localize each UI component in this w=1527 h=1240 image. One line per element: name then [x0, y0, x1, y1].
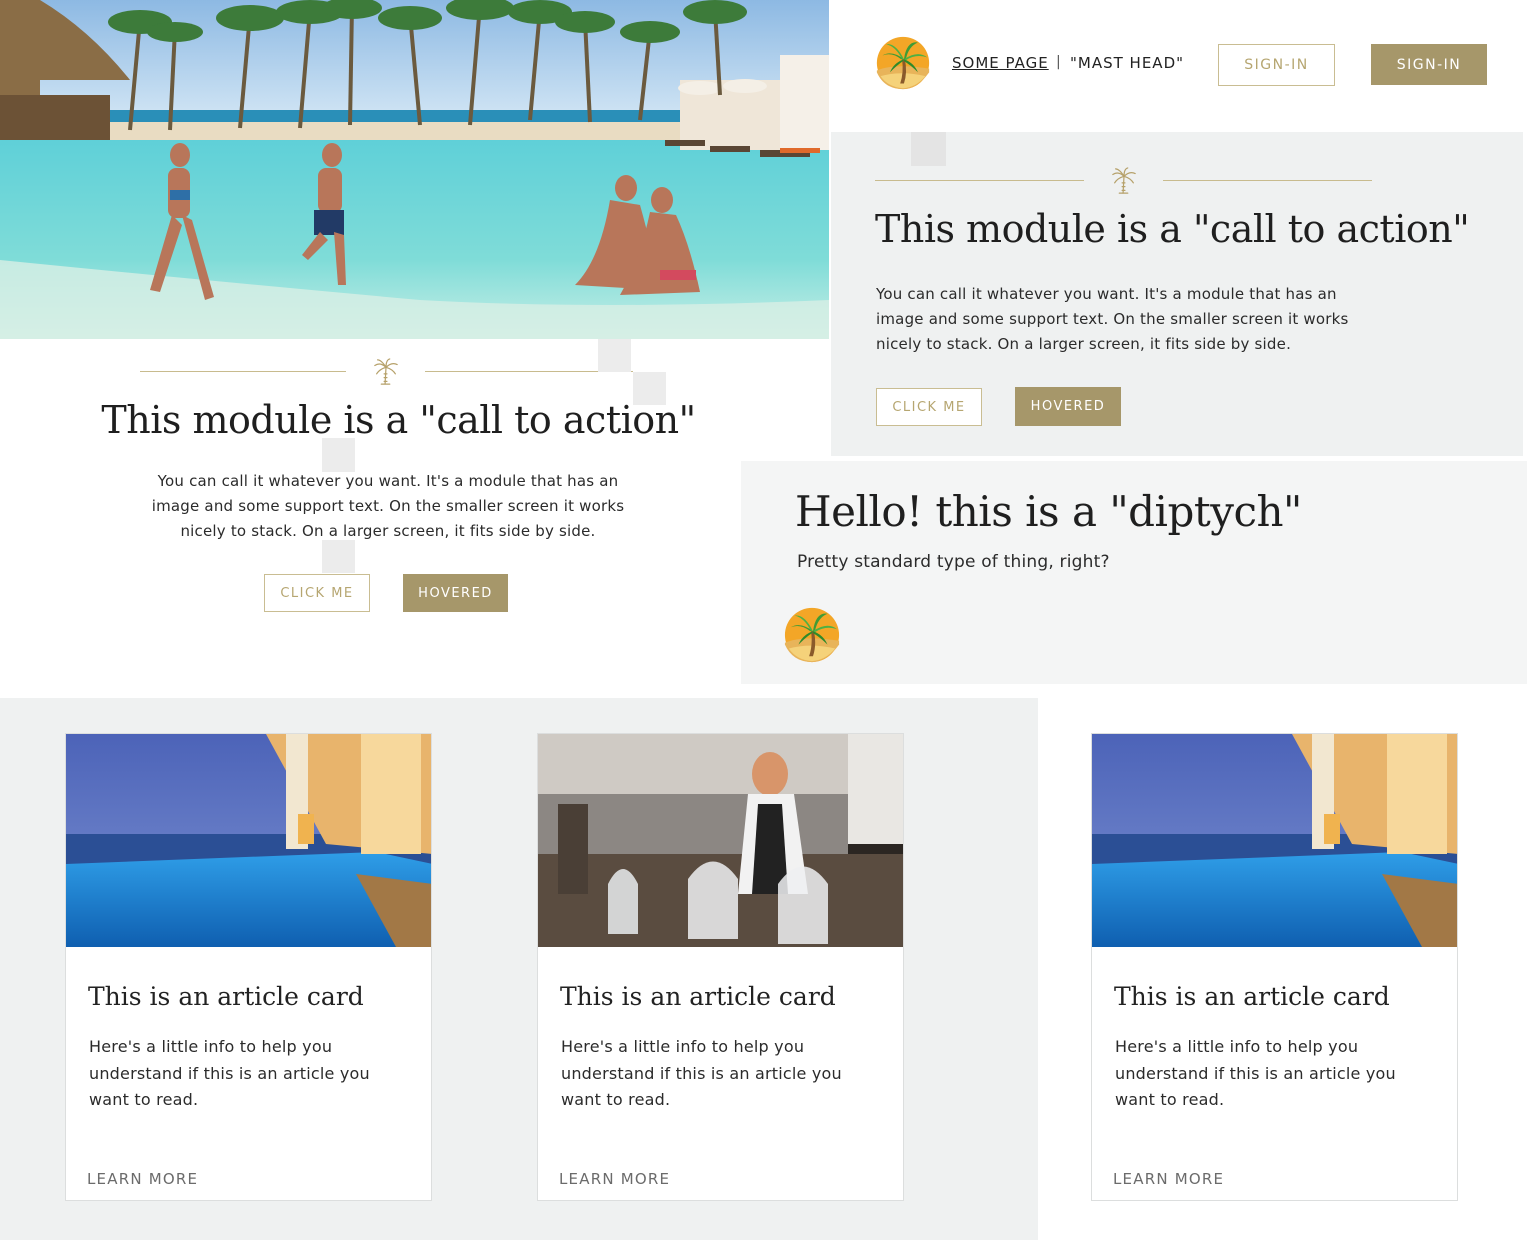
cta-right-divider-right	[1163, 180, 1372, 181]
card-title: This is an article card	[1114, 982, 1390, 1011]
palm-tree-logo	[783, 606, 841, 664]
cta-right-divider-left	[875, 180, 1084, 181]
placeholder-block	[598, 339, 631, 372]
diptych-subtext: Pretty standard type of thing, right?	[797, 552, 1110, 572]
cta-right-heading: This module is a "call to action"	[875, 207, 1470, 251]
hovered-button[interactable]: HOVERED	[1015, 387, 1121, 426]
learn-more-link[interactable]: LEARN MORE	[559, 1170, 670, 1188]
diptych-panel: Hello! this is a "diptych" Pretty standa…	[741, 461, 1527, 684]
cta-right-panel: This module is a "call to action" You ca…	[831, 132, 1523, 456]
masthead: SOME PAGE | "MAST HEAD" SIGN-IN SIGN-IN	[830, 0, 1527, 132]
sign-in-outline-button[interactable]: SIGN-IN	[1218, 44, 1335, 86]
cta-left-heading: This module is a "call to action"	[101, 398, 696, 442]
sign-in-button[interactable]: SIGN-IN	[1371, 44, 1487, 85]
hovered-button[interactable]: HOVERED	[403, 574, 508, 612]
card-body: Here's a little info to help you underst…	[1115, 1037, 1396, 1109]
placeholder-block	[322, 438, 355, 472]
placeholder-block	[322, 540, 355, 573]
nav-link-some-page[interactable]: SOME PAGE	[952, 54, 1049, 72]
palm-tree-logo[interactable]	[875, 35, 931, 91]
palm-tree-icon	[1110, 166, 1138, 196]
cta-left-body: You can call it whatever you want. It's …	[151, 472, 625, 540]
cta-right-body: You can call it whatever you want. It's …	[876, 285, 1349, 353]
card-image-pool	[66, 734, 431, 947]
hero-image	[0, 0, 829, 339]
masthead-title: "MAST HEAD"	[1070, 54, 1185, 72]
learn-more-link[interactable]: LEARN MORE	[1113, 1170, 1224, 1188]
card-body: Here's a little info to help you underst…	[561, 1037, 842, 1109]
click-me-button[interactable]: CLICK ME	[264, 574, 370, 612]
card-image-bartender	[538, 734, 903, 947]
palm-tree-icon	[372, 357, 400, 387]
nav-separator: |	[1056, 54, 1061, 70]
learn-more-link[interactable]: LEARN MORE	[87, 1170, 198, 1188]
card-body: Here's a little info to help you underst…	[89, 1037, 370, 1109]
click-me-button[interactable]: CLICK ME	[876, 388, 982, 426]
placeholder-block	[911, 132, 946, 166]
article-card[interactable]: This is an article card Here's a little …	[537, 733, 904, 1201]
article-card[interactable]: This is an article card Here's a little …	[65, 733, 432, 1201]
card-title: This is an article card	[88, 982, 364, 1011]
card-image-pool	[1092, 734, 1457, 947]
diptych-heading: Hello! this is a "diptych"	[795, 487, 1302, 536]
article-card[interactable]: This is an article card Here's a little …	[1091, 733, 1458, 1201]
card-title: This is an article card	[560, 982, 836, 1011]
cta-left-divider-left	[140, 371, 346, 372]
